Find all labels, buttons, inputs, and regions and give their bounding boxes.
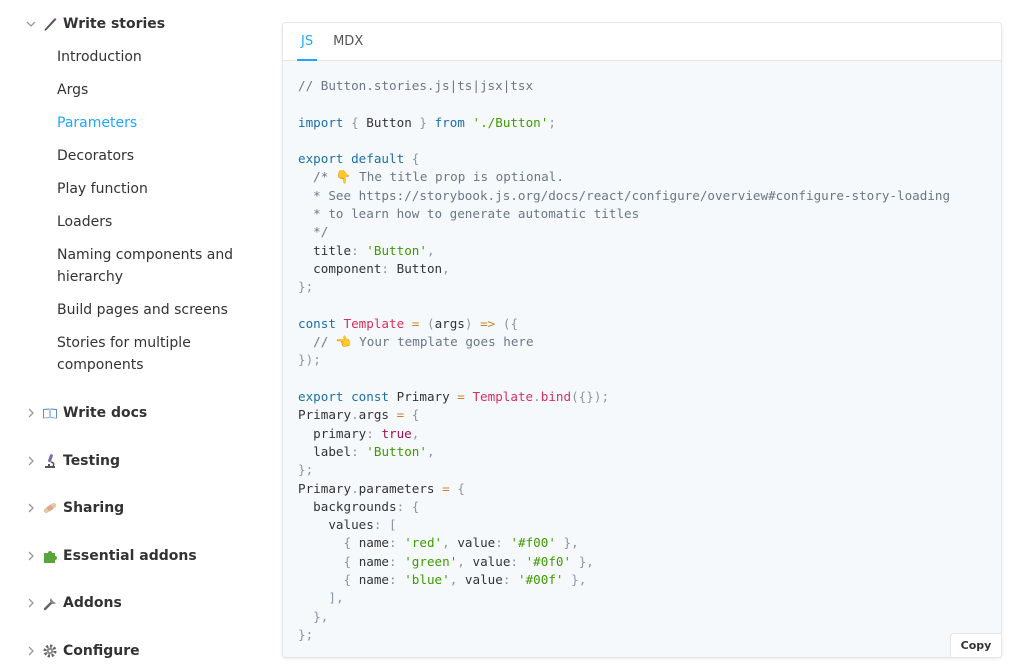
chevron-right-icon bbox=[24, 454, 38, 468]
chevron-down-icon bbox=[24, 17, 38, 31]
section-label: Addons bbox=[63, 595, 122, 611]
tab-mdx[interactable]: MDX bbox=[323, 23, 373, 61]
puzzle-icon bbox=[42, 548, 58, 564]
section-essential-addons[interactable]: Essential addons bbox=[24, 544, 197, 568]
pencil-icon bbox=[42, 16, 58, 32]
code-panel: JS MDX // Button.stories.js|ts|jsx|tsx i… bbox=[282, 22, 1002, 658]
section-configure[interactable]: Configure bbox=[24, 639, 140, 663]
sidebar-item-build-pages[interactable]: Build pages and screens bbox=[57, 299, 247, 321]
copy-button[interactable]: Copy bbox=[950, 633, 1001, 657]
section-addons[interactable]: Addons bbox=[24, 591, 122, 615]
chevron-right-icon bbox=[24, 596, 38, 610]
book-icon bbox=[42, 405, 58, 421]
section-write-stories[interactable]: Write stories bbox=[24, 12, 165, 36]
section-testing[interactable]: Testing bbox=[24, 449, 120, 473]
sidebar-item-decorators[interactable]: Decorators bbox=[57, 145, 247, 167]
chevron-right-icon bbox=[24, 501, 38, 515]
sidebar-item-multiple-components[interactable]: Stories for multiple components bbox=[57, 332, 207, 376]
section-label: Essential addons bbox=[63, 548, 197, 564]
code-tabs: JS MDX bbox=[283, 23, 1001, 62]
sidebar: Write stories Introduction Args Paramete… bbox=[0, 0, 262, 672]
sidebar-item-play-function[interactable]: Play function bbox=[57, 178, 247, 200]
chevron-right-icon bbox=[24, 644, 38, 658]
section-label: Write stories bbox=[63, 16, 166, 32]
chevron-right-icon bbox=[24, 549, 38, 563]
bandage-icon bbox=[42, 500, 58, 516]
section-write-docs[interactable]: Write docs bbox=[24, 401, 147, 425]
section-label: Sharing bbox=[63, 500, 125, 516]
chevron-right-icon bbox=[24, 406, 38, 420]
sidebar-item-loaders[interactable]: Loaders bbox=[57, 211, 247, 233]
section-label: Write docs bbox=[63, 405, 148, 421]
section-label: Testing bbox=[63, 453, 120, 469]
gear-icon bbox=[42, 643, 58, 659]
code-content: // Button.stories.js|ts|jsx|tsx import {… bbox=[298, 78, 951, 642]
microscope-icon bbox=[42, 453, 58, 469]
sidebar-item-introduction[interactable]: Introduction bbox=[57, 46, 247, 68]
sidebar-item-naming-components[interactable]: Naming components and hierarchy bbox=[57, 244, 237, 288]
section-sharing[interactable]: Sharing bbox=[24, 496, 124, 520]
code-block: // Button.stories.js|ts|jsx|tsx import {… bbox=[283, 61, 1001, 657]
tab-js[interactable]: JS bbox=[291, 23, 323, 62]
sidebar-item-parameters[interactable]: Parameters bbox=[57, 112, 247, 134]
sidebar-item-args[interactable]: Args bbox=[57, 79, 247, 101]
section-label: Configure bbox=[63, 643, 140, 659]
wrench-icon bbox=[42, 595, 58, 611]
